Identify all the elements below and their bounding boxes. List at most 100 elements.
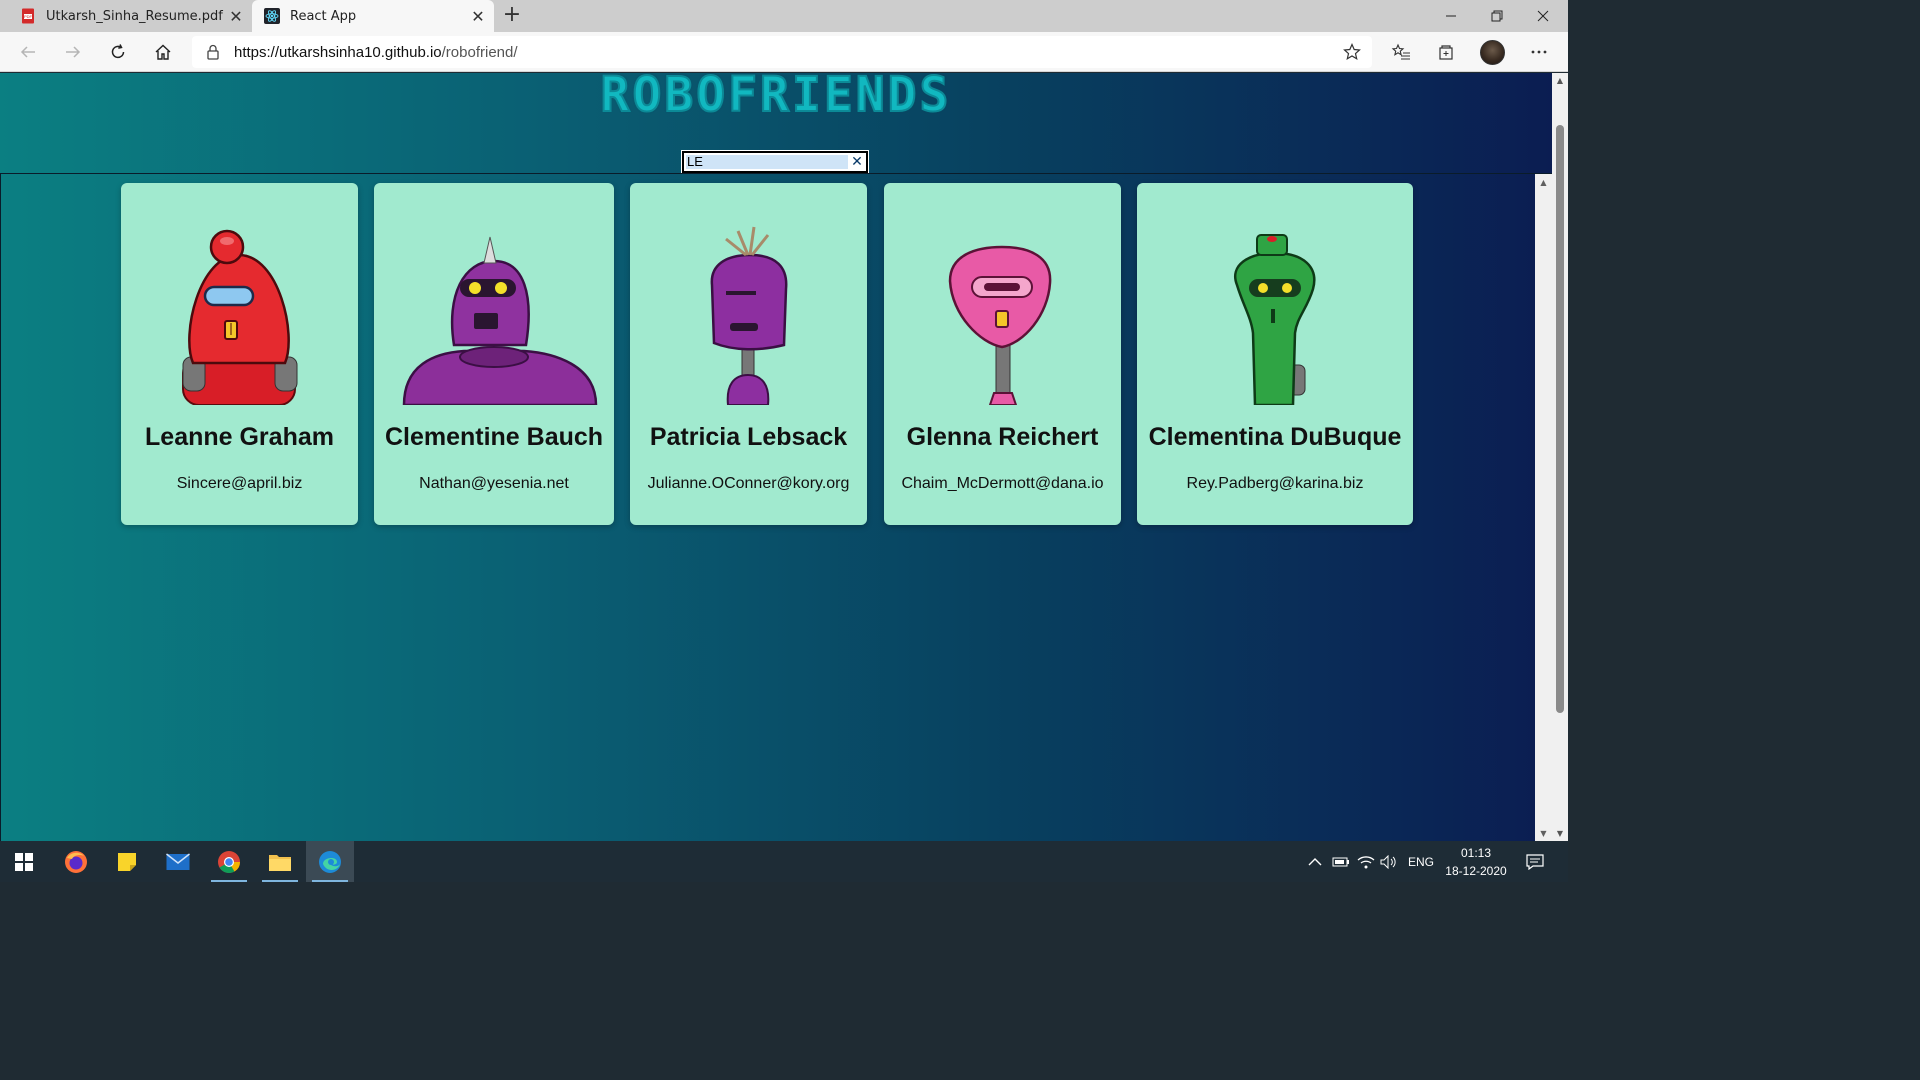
robot-name: Patricia Lebsack: [649, 423, 848, 451]
scroll-down-arrow-icon[interactable]: ▼: [1552, 829, 1568, 838]
robot-avatar-purple-antenna: [710, 226, 788, 405]
add-favorite-button[interactable]: [1336, 36, 1368, 68]
scroll-up-arrow-icon[interactable]: ▲: [1552, 76, 1568, 85]
scroll-up-arrow-icon[interactable]: ▲: [1535, 174, 1552, 191]
refresh-button[interactable]: [102, 36, 134, 68]
speaker-icon: [1380, 854, 1396, 869]
close-tab-icon[interactable]: ✕: [466, 4, 490, 28]
robot-avatar-red: [182, 229, 298, 405]
volume-control[interactable]: [1380, 841, 1398, 882]
robot-name: Glenna Reichert: [906, 423, 1099, 451]
close-icon: [1537, 10, 1549, 22]
robot-card[interactable]: Glenna Reichert Chaim_McDermott@dana.io: [884, 183, 1121, 525]
collections-icon: [1439, 45, 1453, 60]
network-status[interactable]: [1357, 841, 1375, 882]
address-bar[interactable]: https://utkarshsinha10.github.io/robofri…: [192, 36, 1372, 68]
edge-icon: [319, 850, 341, 873]
card-list-scroll-area[interactable]: Leanne Graham Sincere@april.biz Clementi…: [0, 173, 1552, 841]
robot-email: Chaim_McDermott@dana.io: [901, 475, 1104, 492]
close-window-button[interactable]: [1520, 0, 1566, 32]
robot-card[interactable]: Clementine Bauch Nathan@yesenia.net: [374, 183, 614, 525]
taskbar-chrome[interactable]: [205, 841, 253, 882]
robot-card[interactable]: Patricia Lebsack Julianne.OConner@kory.o…: [630, 183, 867, 525]
chevron-up-icon: [1308, 857, 1322, 865]
close-tab-icon[interactable]: ✕: [224, 4, 248, 28]
new-tab-button[interactable]: +: [500, 4, 524, 28]
robot-name: Leanne Graham: [145, 423, 334, 451]
home-button[interactable]: [147, 36, 179, 68]
robot-email: Rey.Padberg@karina.biz: [1186, 475, 1364, 492]
robot-card[interactable]: Clementina DuBuque Rey.Padberg@karina.bi…: [1137, 183, 1413, 525]
scroll-down-arrow-icon[interactable]: ▼: [1535, 825, 1552, 841]
robot-name: Clementine Bauch: [384, 423, 604, 451]
minimize-icon: [1446, 15, 1456, 17]
tab-strip: PDF Utkarsh_Sinha_Resume.pdf ✕ React App…: [0, 0, 1568, 32]
minimize-button[interactable]: [1428, 0, 1474, 32]
battery-icon: [1332, 857, 1349, 866]
taskbar-sticky-notes[interactable]: [103, 841, 151, 882]
favorites-button[interactable]: [1385, 36, 1417, 68]
robot-name: Clementina DuBuque: [1148, 423, 1402, 451]
page-scrollbar[interactable]: ▲ ▼: [1552, 73, 1568, 841]
robot-email: Nathan@yesenia.net: [419, 475, 569, 492]
start-button[interactable]: [0, 841, 48, 882]
sticky-notes-icon: [118, 852, 136, 871]
react-icon: [264, 8, 280, 24]
refresh-icon: [111, 44, 125, 59]
mail-icon: [166, 852, 190, 870]
pdf-icon: PDF: [22, 8, 34, 24]
browser-window: PDF Utkarsh_Sinha_Resume.pdf ✕ React App…: [0, 0, 1568, 882]
wifi-icon: [1357, 855, 1375, 868]
back-button[interactable]: [12, 36, 44, 68]
svg-text:PDF: PDF: [24, 14, 33, 19]
robot-avatar-pink: [948, 245, 1052, 405]
battery-status[interactable]: [1332, 841, 1350, 882]
favorites-icon: [1391, 43, 1410, 60]
windows-logo-icon: [15, 852, 33, 871]
lock-icon: [207, 44, 219, 60]
search-robots-input[interactable]: LE ✕: [681, 150, 869, 174]
robot-avatar-purple-horned: [402, 236, 598, 405]
back-arrow-icon: [20, 46, 35, 58]
collections-button[interactable]: [1430, 36, 1462, 68]
app-logo: ROBOFRIENDS: [600, 73, 952, 124]
tab-title: Utkarsh_Sinha_Resume.pdf: [46, 8, 223, 24]
page-viewport: ROBOFRIENDS LE ✕ Leanne Graham Sincere@a…: [0, 73, 1552, 841]
search-input-value[interactable]: LE: [686, 155, 848, 169]
tab-resume-pdf[interactable]: PDF Utkarsh_Sinha_Resume.pdf ✕: [8, 0, 252, 32]
tab-title: React App: [290, 8, 357, 24]
robot-email: Julianne.OConner@kory.org: [647, 475, 850, 492]
star-icon: [1343, 43, 1361, 61]
folder-icon: [269, 854, 291, 871]
forward-button[interactable]: [57, 36, 89, 68]
restore-button[interactable]: [1474, 0, 1520, 32]
robot-card[interactable]: Leanne Graham Sincere@april.biz: [121, 183, 358, 525]
taskbar-edge[interactable]: [306, 841, 354, 882]
clear-search-icon[interactable]: ✕: [848, 154, 866, 170]
scrollbar-thumb[interactable]: [1556, 125, 1564, 713]
windows-taskbar: ENG 01:13 18-12-2020: [0, 841, 1568, 882]
action-center-button[interactable]: [1526, 841, 1544, 882]
firefox-icon: [65, 850, 87, 873]
robot-email: Sincere@april.biz: [176, 475, 303, 492]
clock-time: 01:13: [1460, 846, 1492, 860]
system-clock[interactable]: 01:13 18-12-2020: [1440, 844, 1512, 880]
profile-avatar[interactable]: [1480, 40, 1505, 65]
notification-icon: [1526, 853, 1544, 870]
card-list-scrollbar[interactable]: ▲ ▼: [1535, 174, 1552, 841]
settings-menu-button[interactable]: [1523, 36, 1555, 68]
navigation-bar: https://utkarshsinha10.github.io/robofri…: [0, 32, 1568, 72]
taskbar-mail[interactable]: [154, 841, 202, 882]
show-hidden-icons[interactable]: [1308, 841, 1322, 882]
clock-date: 18-12-2020: [1445, 864, 1507, 878]
input-language[interactable]: ENG: [1408, 841, 1434, 882]
taskbar-firefox[interactable]: [52, 841, 100, 882]
forward-arrow-icon: [66, 46, 81, 58]
taskbar-file-explorer[interactable]: [256, 841, 304, 882]
restore-icon: [1491, 10, 1503, 22]
url-text: https://utkarshsinha10.github.io/robofri…: [234, 43, 518, 61]
tab-react-app[interactable]: React App ✕: [252, 0, 494, 32]
robot-avatar-green: [1234, 234, 1316, 405]
more-options-icon: [1531, 50, 1547, 54]
chrome-icon: [218, 850, 240, 873]
